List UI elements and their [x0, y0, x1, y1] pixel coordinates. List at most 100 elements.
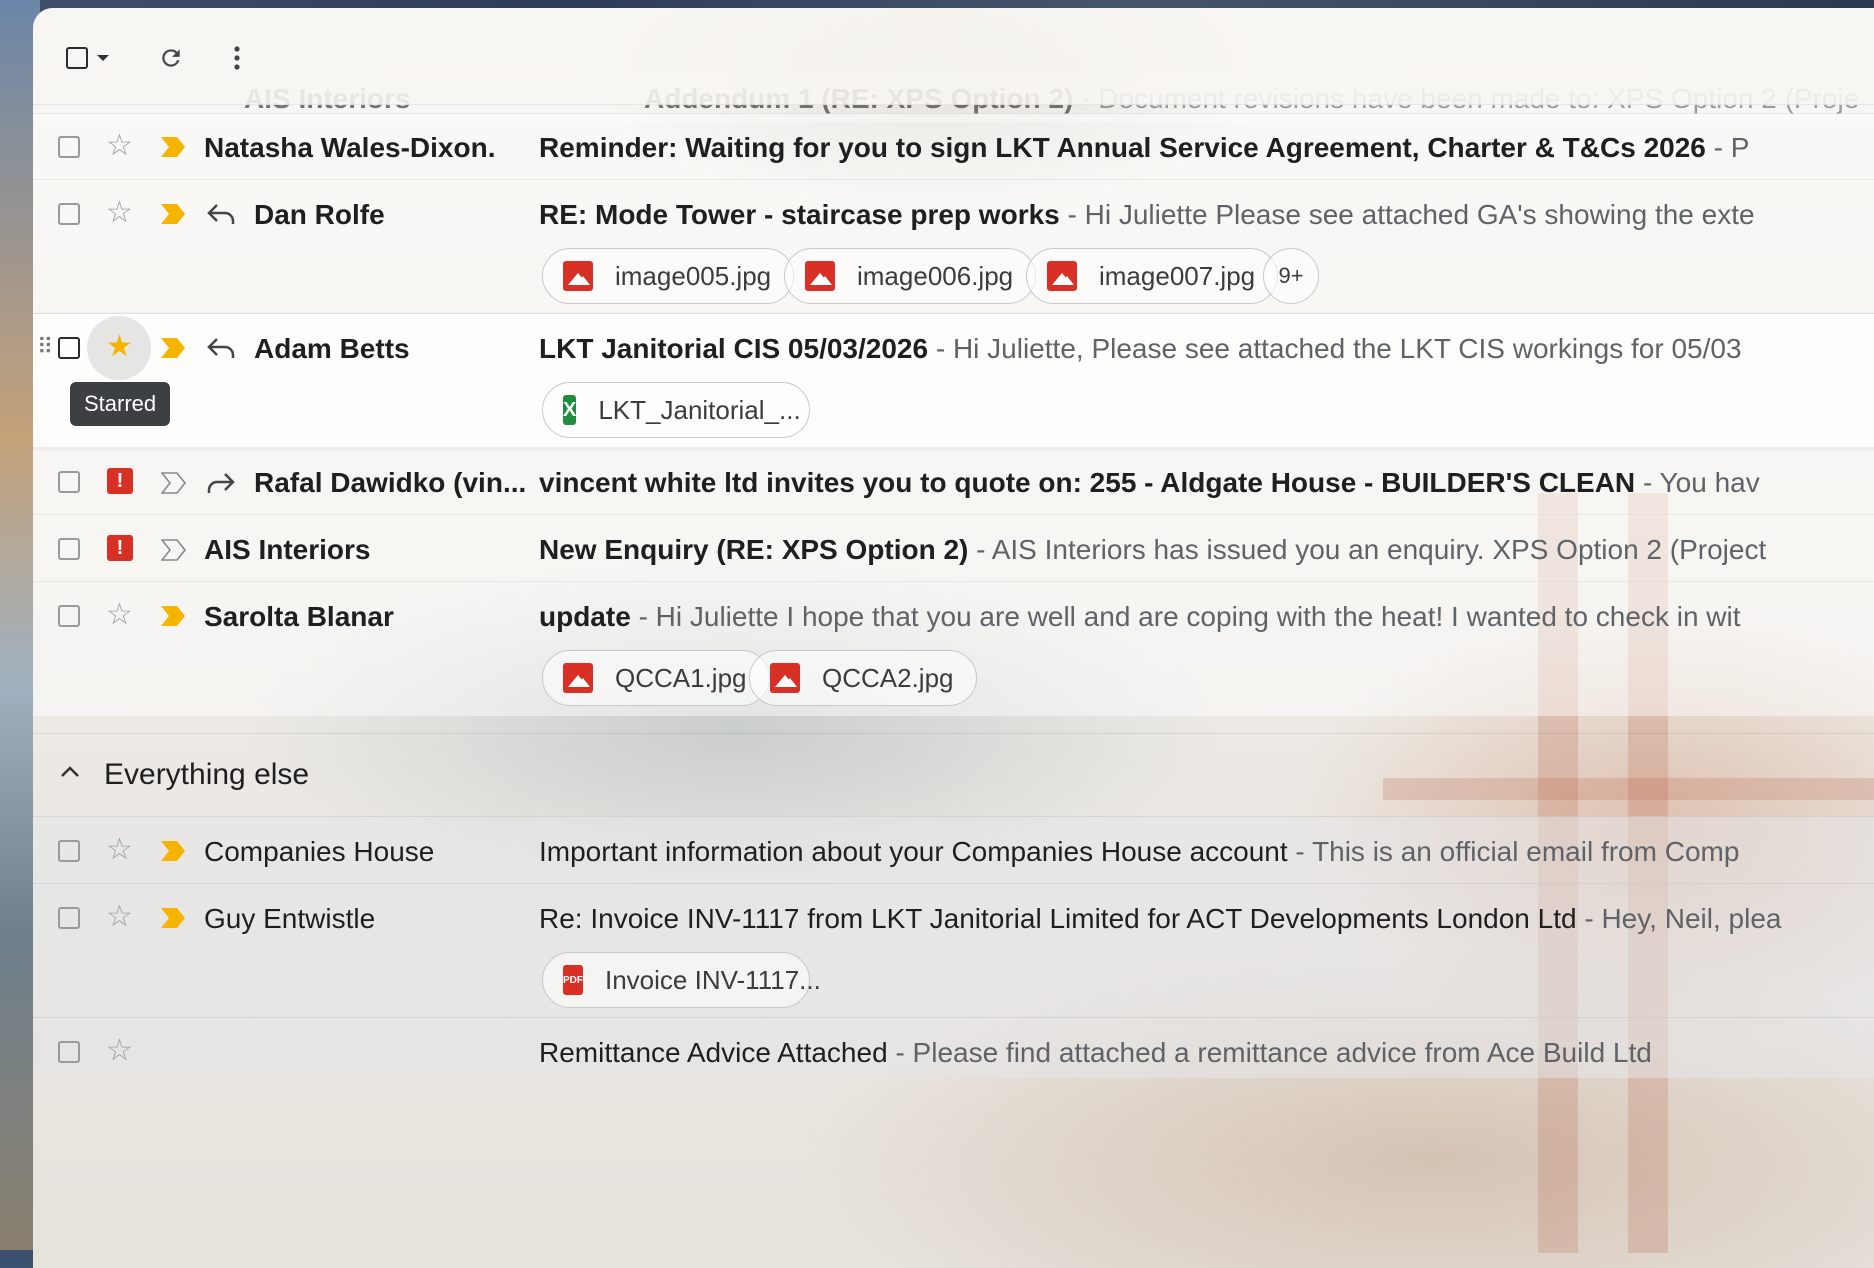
more-attachments-chip[interactable]: 9+	[1263, 248, 1319, 304]
snippet: - Hey, Neil, plea	[1584, 903, 1782, 934]
attachment-name: Invoice INV-1117...	[605, 964, 821, 995]
subject-line: update - Hi Juliette I hope that you are…	[539, 601, 1741, 633]
mail-list-panel: AIS Interiors Addendum 1 (RE: XPS Option…	[33, 8, 1874, 1268]
chevron-up-icon[interactable]	[60, 764, 80, 778]
important-marker-icon[interactable]	[161, 841, 185, 861]
attachment-name: QCCA1.jpg	[615, 662, 747, 693]
row-checkbox[interactable]	[58, 337, 80, 359]
subject: Important information about your Compani…	[539, 836, 1288, 867]
section-header[interactable]: Everything else	[33, 733, 1874, 816]
snippet: - AIS Interiors has issued you an enquir…	[976, 534, 1767, 565]
important-marker-icon[interactable]	[161, 338, 185, 358]
list-item[interactable]: ⠿ ★ Adam Betts LKT Janitorial CIS 05/03/…	[33, 313, 1874, 448]
attachment-name: image005.jpg	[615, 260, 772, 291]
star-icon[interactable]: ☆	[106, 198, 133, 228]
pdf-file-icon: PDF	[563, 965, 583, 995]
list-item[interactable]: ☆ Sarolta Blanar update - Hi Juliette I …	[33, 581, 1874, 716]
subject-line: Important information about your Compani…	[539, 836, 1739, 868]
exclamation-icon: !	[107, 535, 133, 561]
row-checkbox[interactable]	[58, 538, 80, 560]
list-item[interactable]: ☆ Natasha Wales-Dixon. Reminder: Waiting…	[33, 113, 1874, 180]
sender-name: Guy Entwistle	[204, 903, 376, 934]
attachment-chip[interactable]: image006.jpg	[784, 248, 1037, 304]
subject: update	[539, 601, 631, 632]
important-flag[interactable]: !	[107, 468, 133, 494]
row-checkbox[interactable]	[58, 1041, 80, 1063]
snippet: - This is an official email from Comp	[1295, 836, 1740, 867]
more-vert-icon	[234, 46, 240, 70]
list-item[interactable]: ! Rafal Dawidko (vin... vincent white lt…	[33, 447, 1874, 515]
forward-icon	[207, 471, 235, 495]
sender-name: Companies House	[204, 836, 435, 867]
sender-name: Rafal Dawidko (vin...	[254, 467, 527, 498]
list-toolbar	[33, 8, 1874, 105]
important-marker-icon[interactable]	[161, 908, 185, 928]
star-icon[interactable]: ☆	[106, 835, 133, 865]
list-item[interactable]: ☆ Remittance Advice Attached - Please fi…	[33, 1017, 1874, 1078]
image-file-icon	[563, 663, 593, 693]
attachment-chip[interactable]: image005.jpg	[542, 248, 795, 304]
attachment-chip[interactable]: QCCA2.jpg	[749, 650, 977, 706]
checkbox-icon	[58, 471, 80, 493]
list-item[interactable]: ☆ Guy Entwistle Re: Invoice INV-1117 fro…	[33, 883, 1874, 1018]
subject: RE: Mode Tower - staircase prep works	[539, 199, 1060, 230]
important-marker-icon[interactable]	[161, 204, 185, 224]
checkbox-icon	[58, 907, 80, 929]
important-flag[interactable]: !	[107, 535, 133, 561]
subject: vincent white ltd invites you to quote o…	[539, 467, 1636, 498]
subject: LKT Janitorial CIS 05/03/2026	[539, 333, 929, 364]
important-marker-outline-icon[interactable]	[161, 472, 187, 494]
list-item[interactable]: ☆ Companies House Important information …	[33, 816, 1874, 884]
row-checkbox[interactable]	[58, 605, 80, 627]
drag-handle-icon[interactable]: ⠿	[37, 334, 54, 360]
checkbox-icon	[58, 605, 80, 627]
star-icon[interactable]: ☆	[106, 1036, 133, 1066]
chevron-down-icon	[97, 55, 109, 61]
snippet: - You hav	[1642, 467, 1760, 498]
star-icon[interactable]: ☆	[106, 902, 133, 932]
reply-icon	[207, 202, 235, 226]
attachment-name: LKT_Janitorial_...	[598, 394, 801, 425]
sender-name: Dan Rolfe	[254, 199, 385, 230]
image-file-icon	[805, 261, 835, 291]
attachment-name: image007.jpg	[1099, 260, 1256, 291]
select-dropdown[interactable]	[91, 38, 115, 78]
sender-name: Natasha Wales-Dixon.	[204, 132, 496, 163]
row-checkbox[interactable]	[58, 907, 80, 929]
image-file-icon	[1047, 261, 1077, 291]
more-options-button[interactable]	[217, 38, 257, 78]
subject-line: vincent white ltd invites you to quote o…	[539, 467, 1760, 499]
row-checkbox[interactable]	[58, 840, 80, 862]
attachment-chip[interactable]: X LKT_Janitorial_...	[542, 382, 810, 438]
image-file-icon	[770, 663, 800, 693]
attachment-chip[interactable]: image007.jpg	[1026, 248, 1279, 304]
list-item[interactable]: ☆ Dan Rolfe RE: Mode Tower - staircase p…	[33, 179, 1874, 314]
important-marker-icon[interactable]	[161, 137, 185, 157]
snippet: - Hi Juliette Please see attached GA's s…	[1067, 199, 1755, 230]
snippet: - Hi Juliette, Please see attached the L…	[935, 333, 1742, 364]
attachment-chip[interactable]: QCCA1.jpg	[542, 650, 770, 706]
important-marker-outline-icon[interactable]	[161, 539, 187, 561]
attachment-chip[interactable]: PDF Invoice INV-1117...	[542, 952, 821, 1008]
sender-name: Adam Betts	[254, 333, 410, 364]
attachment-name: image006.jpg	[857, 260, 1014, 291]
important-marker-icon[interactable]	[161, 606, 185, 626]
subject: Reminder: Waiting for you to sign LKT An…	[539, 132, 1706, 163]
checkbox-icon	[58, 337, 80, 359]
row-checkbox[interactable]	[58, 471, 80, 493]
list-item[interactable]: ! AIS Interiors New Enquiry (RE: XPS Opt…	[33, 514, 1874, 582]
subject: New Enquiry (RE: XPS Option 2)	[539, 534, 969, 565]
excel-file-icon: X	[563, 395, 577, 425]
subject-line: Re: Invoice INV-1117 from LKT Janitorial…	[539, 903, 1781, 935]
row-checkbox[interactable]	[58, 203, 80, 225]
subject-line: Reminder: Waiting for you to sign LKT An…	[539, 132, 1749, 164]
checkbox-icon	[58, 136, 80, 158]
exclamation-icon: !	[107, 468, 133, 494]
subject-line: Remittance Advice Attached - Please find…	[539, 1037, 1652, 1069]
row-checkbox[interactable]	[58, 136, 80, 158]
star-icon[interactable]: ☆	[106, 600, 133, 630]
refresh-button[interactable]	[151, 38, 191, 78]
star-icon[interactable]: ☆	[106, 131, 133, 161]
sender-name: AIS Interiors	[204, 534, 371, 565]
star-icon[interactable]: ★	[106, 332, 133, 362]
